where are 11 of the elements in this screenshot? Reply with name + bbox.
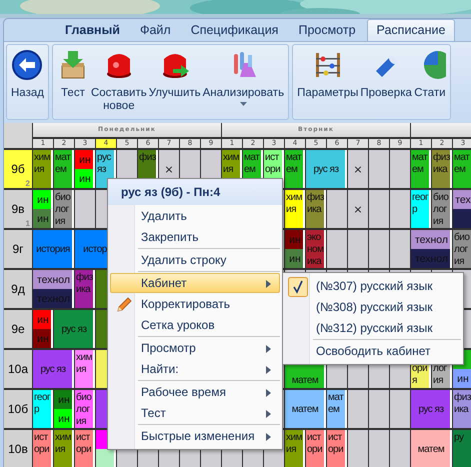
class-label: 10б (8, 402, 28, 416)
class-label: 9в (11, 202, 25, 216)
class-label: 9г (12, 242, 24, 256)
class-label: 9д (11, 282, 25, 296)
class-label: 9б (11, 162, 25, 176)
class-label: 10а (8, 362, 28, 376)
class-note: 2 (26, 179, 30, 188)
class-label: 9е (11, 322, 25, 336)
class-note: 1 (26, 219, 30, 228)
class-label: 10в (8, 442, 28, 456)
menu-title: рус яз (9б) - Пн:4 (108, 179, 282, 205)
